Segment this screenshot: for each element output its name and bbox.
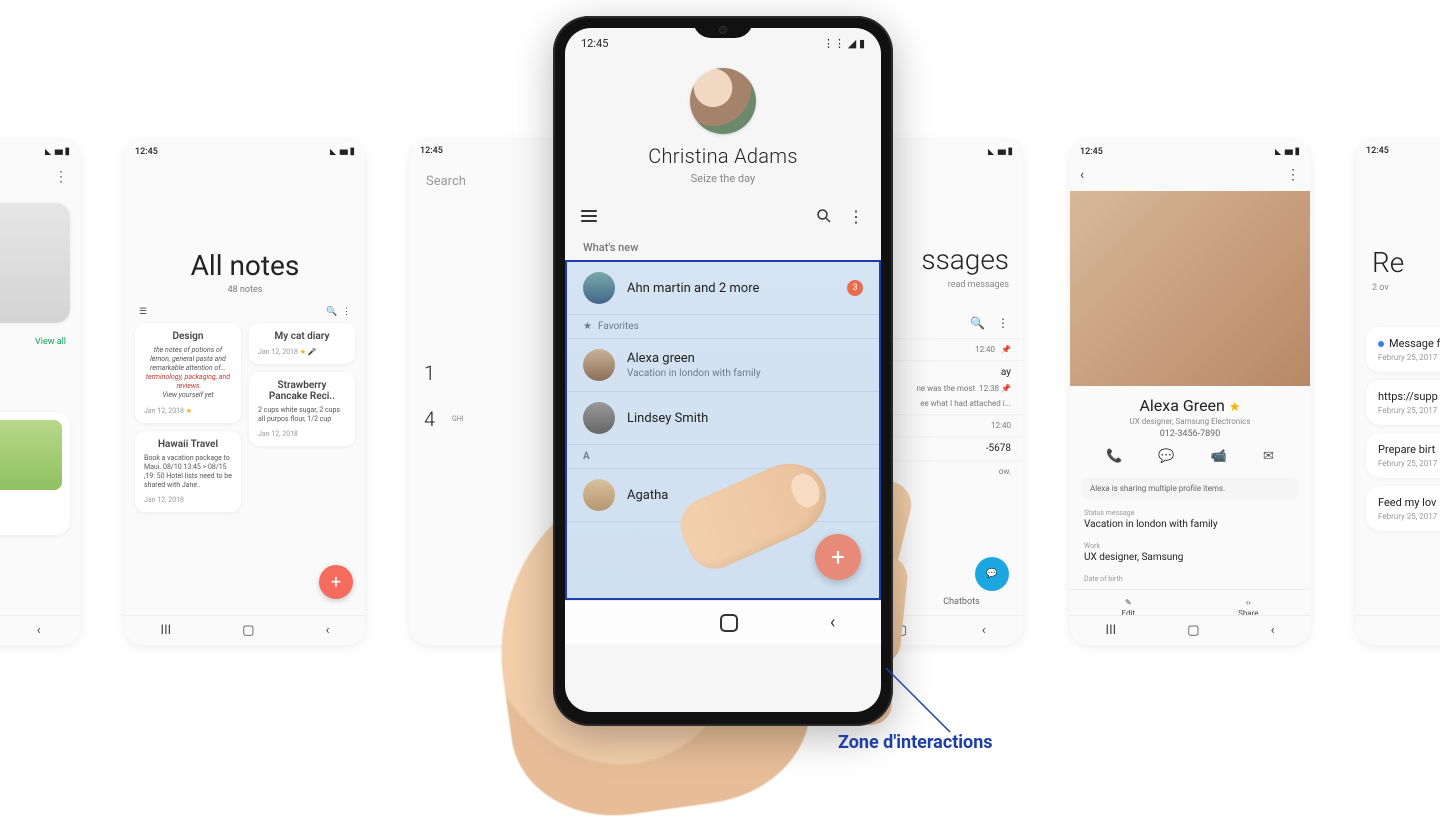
- section-whatsnew: What's new: [565, 231, 881, 260]
- back-nav[interactable]: ‹: [1271, 623, 1275, 638]
- search-icon[interactable]: 🔍: [326, 307, 337, 317]
- reminder-item[interactable]: Message froFebrury 25, 2017: [1366, 327, 1440, 372]
- add-contact-fab[interactable]: +: [815, 534, 861, 580]
- note-card[interactable]: Hawaii Travel Book a vacation package to…: [135, 431, 241, 512]
- search-icon[interactable]: [815, 207, 833, 225]
- section-favorites: ★Favorites: [567, 315, 879, 339]
- back-nav[interactable]: ‹: [830, 612, 835, 633]
- more-icon[interactable]: ⋮: [1286, 167, 1300, 183]
- bg-screen-bixby: ⋮ $80$48 View all 🏠meces 🛒Shopping n Pot…: [0, 140, 80, 645]
- more-icon[interactable]: ⋮: [997, 316, 1009, 330]
- back-nav[interactable]: ‹: [37, 623, 41, 638]
- notes-title: All notes: [125, 249, 365, 282]
- callout-label: Zone d'interactions: [838, 732, 993, 753]
- home-nav[interactable]: ▢: [1187, 623, 1199, 638]
- deal-card[interactable]: $80$48: [0, 203, 70, 323]
- add-note-fab[interactable]: +: [319, 565, 353, 599]
- call-icon[interactable]: 📞: [1106, 449, 1122, 464]
- status-time: 12:45: [581, 37, 608, 50]
- contact-name: Alexa Green★: [1070, 386, 1310, 417]
- reminder-item[interactable]: Prepare birtFebrury 25, 2017: [1366, 433, 1440, 478]
- video-icon[interactable]: 📹: [1211, 449, 1227, 464]
- back-nav[interactable]: ‹: [982, 623, 986, 638]
- note-card[interactable]: Strawberry Pancake Reci.. 2 cups white s…: [249, 372, 355, 446]
- callout-line: [890, 672, 980, 732]
- profile-name: Christina Adams: [565, 144, 881, 168]
- compose-fab[interactable]: 💬: [975, 557, 1009, 591]
- wifi-icon: ⋮⋮: [823, 37, 845, 50]
- message-icon[interactable]: 💬: [1158, 449, 1174, 464]
- more-icon[interactable]: ⋮: [0, 159, 80, 195]
- letter-separator: A: [567, 445, 879, 469]
- star-icon: ★: [583, 321, 592, 332]
- reminder-item[interactable]: Feed my lovFebrury 25, 2017: [1366, 486, 1440, 531]
- signal-icon: ◢: [848, 37, 856, 50]
- home-nav[interactable]: ▢: [895, 623, 907, 638]
- email-icon[interactable]: ✉: [1263, 449, 1274, 464]
- menu-icon[interactable]: [581, 210, 597, 222]
- recents-nav[interactable]: III: [161, 623, 172, 638]
- contact-row[interactable]: Alexa greenVacation in london with famil…: [567, 339, 879, 392]
- phone-device: 12:45 ⋮⋮ ◢ ▮ Christina Adams Seize the d…: [553, 16, 893, 726]
- more-icon[interactable]: ⋮: [847, 207, 865, 225]
- contact-photo: [1070, 191, 1310, 386]
- contact-row[interactable]: Lindsey Smith: [567, 392, 879, 445]
- menu-icon[interactable]: ☰: [139, 307, 147, 317]
- note-card[interactable]: Design the notes of potions of lemon, ge…: [135, 323, 241, 423]
- tab-chatbots[interactable]: Chatbots: [943, 597, 979, 607]
- bg-screen-contact: 12:45 ‹⋮ Alexa Green★ UX designer, Samsu…: [1070, 140, 1310, 645]
- home-nav[interactable]: [720, 614, 738, 632]
- bg-screen-reminders: 12:45 Re 2 ov Message froFebrury 25, 201…: [1356, 140, 1440, 645]
- story-row[interactable]: Ahn martin and 2 more 3: [567, 262, 879, 315]
- recents-nav[interactable]: III: [1106, 623, 1117, 638]
- bg-screen-notes: 12:45 All notes48 notes ☰ 🔍 ⋮ Design the…: [125, 140, 365, 645]
- back-icon[interactable]: ‹: [1080, 167, 1084, 183]
- search-icon[interactable]: 🔍: [970, 316, 985, 330]
- view-all-link[interactable]: View all: [0, 331, 80, 353]
- more-icon[interactable]: ⋮: [342, 307, 351, 317]
- back-nav[interactable]: ‹: [326, 623, 330, 638]
- notification-badge: 3: [847, 280, 863, 296]
- reminder-item[interactable]: https://suppFebrury 25, 2017: [1366, 380, 1440, 425]
- restaurant-card[interactable]: n Pot ★★★★ (17) on Yelp / $$ / Organic: [0, 412, 70, 535]
- battery-icon: ▮: [859, 37, 865, 50]
- note-card[interactable]: My cat diary Jan 12, 2018 ★ 🎤: [249, 323, 355, 364]
- home-nav[interactable]: ▢: [242, 623, 254, 638]
- star-icon: ★: [1229, 400, 1241, 415]
- profile-status: Seize the day: [565, 172, 881, 185]
- nav-bar: ‹: [565, 600, 881, 644]
- profile-avatar[interactable]: [690, 68, 756, 134]
